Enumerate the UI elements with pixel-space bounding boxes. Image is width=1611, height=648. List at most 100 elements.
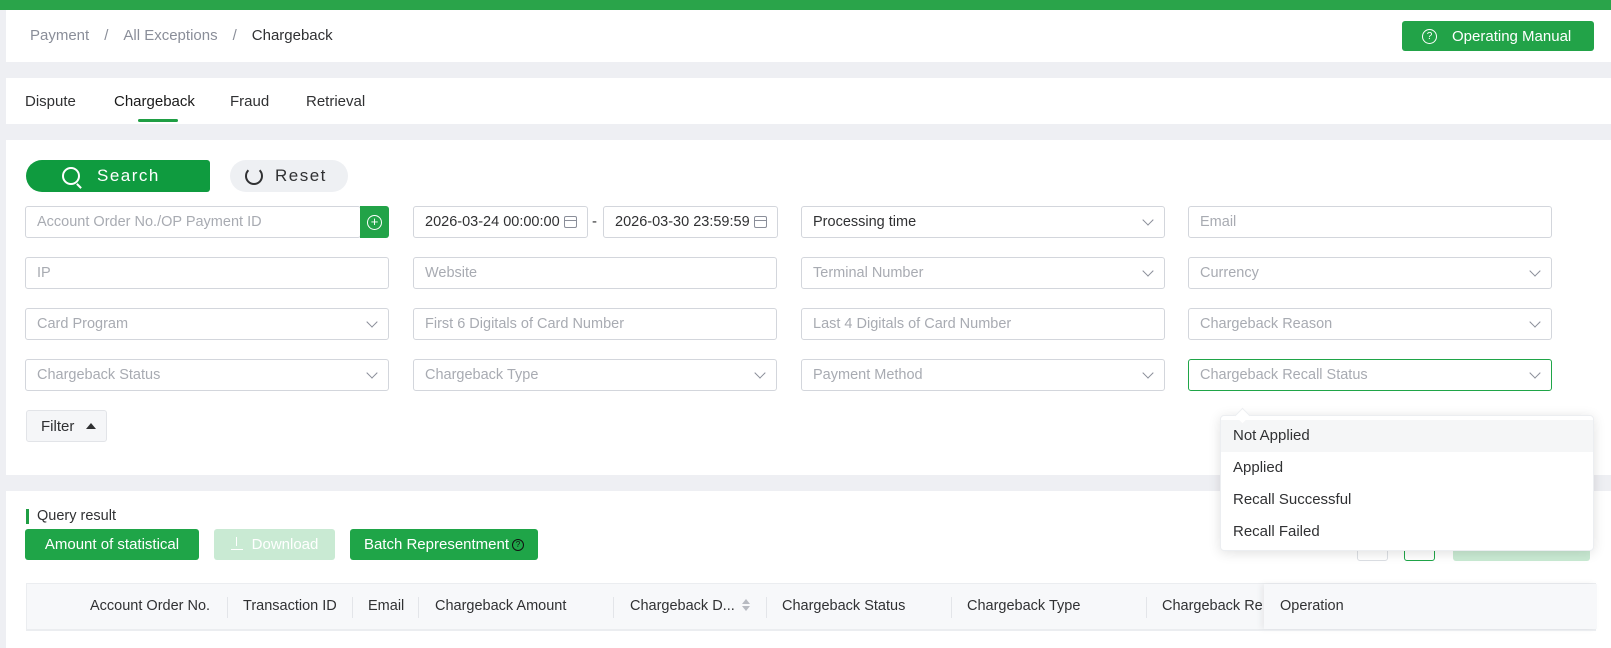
calendar-icon bbox=[754, 216, 767, 228]
filter-toggle-label: Filter bbox=[41, 417, 75, 435]
last4-card-input[interactable]: Last 4 Digitals of Card Number bbox=[801, 308, 1165, 340]
tab-dispute[interactable]: Dispute bbox=[25, 93, 76, 110]
caret-up-icon bbox=[86, 423, 97, 429]
search-button[interactable]: Search bbox=[26, 160, 210, 192]
reset-button[interactable]: Reset bbox=[230, 160, 348, 192]
add-order-id-button[interactable]: + bbox=[360, 206, 389, 238]
email-input[interactable]: Email bbox=[1188, 206, 1552, 238]
exception-tabs: Dispute Chargeback Fraud Retrieval bbox=[6, 78, 1611, 124]
search-button-label: Search bbox=[97, 166, 160, 185]
end-date-value: 2026-03-30 23:59:59 bbox=[615, 214, 750, 230]
sort-icon[interactable] bbox=[742, 599, 750, 613]
column-divider bbox=[418, 597, 419, 618]
payment-method-select[interactable]: Payment Method bbox=[801, 359, 1165, 391]
operating-manual-label: Operating Manual bbox=[1452, 27, 1572, 45]
operation-column-header: Operation bbox=[1264, 584, 1597, 629]
top-accent-bar bbox=[0, 0, 1611, 10]
email-placeholder: Email bbox=[1200, 214, 1237, 230]
column-email: Email bbox=[368, 598, 405, 614]
column-divider bbox=[766, 597, 767, 618]
active-tab-indicator bbox=[138, 119, 178, 122]
calendar-icon bbox=[564, 216, 577, 228]
chevron-down-icon bbox=[1142, 265, 1154, 277]
chargeback-status-select[interactable]: Chargeback Status bbox=[25, 359, 389, 391]
first6-card-placeholder: First 6 Digitals of Card Number bbox=[425, 316, 625, 332]
start-date-input[interactable]: 2026-03-24 00:00:00 bbox=[413, 206, 588, 238]
chargeback-type-placeholder: Chargeback Type bbox=[425, 367, 539, 383]
card-program-select[interactable]: Card Program bbox=[25, 308, 389, 340]
download-icon bbox=[230, 536, 243, 550]
download-label: Download bbox=[251, 536, 319, 553]
chevron-down-icon bbox=[754, 367, 766, 379]
column-transaction-id: Transaction ID bbox=[243, 598, 337, 614]
column-chargeback-amount: Chargeback Amount bbox=[435, 598, 567, 614]
batch-representment-button[interactable]: Batch Representment ? bbox=[350, 529, 538, 560]
order-id-placeholder: Account Order No./OP Payment ID bbox=[37, 214, 262, 230]
card-program-placeholder: Card Program bbox=[37, 316, 129, 332]
column-divider bbox=[951, 597, 952, 618]
first6-card-input[interactable]: First 6 Digitals of Card Number bbox=[413, 308, 777, 340]
chargeback-recall-status-placeholder: Chargeback Recall Status bbox=[1200, 367, 1368, 383]
chevron-down-icon bbox=[1529, 316, 1541, 328]
chargeback-reason-select[interactable]: Chargeback Reason bbox=[1188, 308, 1552, 340]
filter-toggle-button[interactable]: Filter bbox=[26, 410, 107, 442]
time-type-value: Processing time bbox=[813, 214, 917, 230]
chargeback-type-select[interactable]: Chargeback Type bbox=[413, 359, 777, 391]
column-divider bbox=[1146, 597, 1147, 618]
dropdown-option-recall-failed[interactable]: Recall Failed bbox=[1221, 516, 1593, 548]
table-divider bbox=[26, 630, 1596, 631]
breadcrumb-separator: / bbox=[104, 27, 109, 44]
chevron-down-icon bbox=[1142, 367, 1154, 379]
tab-chargeback[interactable]: Chargeback bbox=[114, 93, 195, 110]
breadcrumb: Payment / All Exceptions / Chargeback bbox=[30, 27, 333, 44]
tab-retrieval[interactable]: Retrieval bbox=[306, 93, 365, 110]
amount-statistical-label: Amount of statistical bbox=[44, 536, 180, 553]
dropdown-option-recall-successful[interactable]: Recall Successful bbox=[1221, 484, 1593, 516]
reset-button-label: Reset bbox=[275, 166, 327, 185]
website-input[interactable]: Website bbox=[413, 257, 777, 289]
chevron-down-icon bbox=[1529, 265, 1541, 277]
page-header: Payment / All Exceptions / Chargeback ? … bbox=[6, 10, 1611, 62]
chargeback-status-placeholder: Chargeback Status bbox=[37, 367, 161, 383]
ip-input[interactable]: IP bbox=[25, 257, 389, 289]
last4-card-placeholder: Last 4 Digitals of Card Number bbox=[813, 316, 1012, 332]
dropdown-option-applied[interactable]: Applied bbox=[1221, 452, 1593, 484]
chargeback-recall-status-select[interactable]: Chargeback Recall Status bbox=[1188, 359, 1552, 391]
dropdown-option-not-applied[interactable]: Not Applied bbox=[1221, 420, 1593, 452]
plus-circle-icon: + bbox=[367, 214, 382, 230]
tab-fraud[interactable]: Fraud bbox=[230, 93, 269, 110]
breadcrumb-all-exceptions[interactable]: All Exceptions bbox=[123, 27, 217, 44]
question-circle-icon: ? bbox=[1422, 28, 1437, 44]
amount-statistical-button[interactable]: Amount of statistical bbox=[25, 529, 199, 560]
terminal-number-placeholder: Terminal Number bbox=[813, 265, 924, 281]
order-id-input[interactable]: Account Order No./OP Payment ID bbox=[25, 206, 361, 238]
currency-select[interactable]: Currency bbox=[1188, 257, 1552, 289]
chevron-down-icon bbox=[1529, 367, 1541, 379]
chevron-down-icon bbox=[366, 367, 378, 379]
end-date-input[interactable]: 2026-03-30 23:59:59 bbox=[603, 206, 778, 238]
column-account-order-no: Account Order No. bbox=[90, 598, 211, 614]
chevron-down-icon bbox=[1142, 214, 1154, 226]
download-button[interactable]: Download bbox=[214, 529, 335, 560]
question-circle-icon: ? bbox=[512, 538, 525, 551]
recall-status-dropdown: Not Applied Applied Recall Successful Re… bbox=[1220, 415, 1594, 551]
currency-placeholder: Currency bbox=[1200, 265, 1259, 281]
column-divider bbox=[613, 597, 614, 618]
time-type-select[interactable]: Processing time bbox=[801, 206, 1165, 238]
ip-placeholder: IP bbox=[37, 265, 51, 281]
terminal-number-select[interactable]: Terminal Number bbox=[801, 257, 1165, 289]
payment-method-placeholder: Payment Method bbox=[813, 367, 923, 383]
breadcrumb-chargeback: Chargeback bbox=[251, 27, 333, 44]
column-chargeback-reason: Chargeback Re bbox=[1162, 598, 1263, 614]
breadcrumb-payment[interactable]: Payment bbox=[30, 27, 89, 44]
query-result-title: Query result bbox=[26, 509, 116, 524]
chevron-down-icon bbox=[366, 316, 378, 328]
column-chargeback-date[interactable]: Chargeback D... bbox=[630, 598, 735, 614]
operating-manual-button[interactable]: ? Operating Manual bbox=[1402, 21, 1594, 51]
column-operation: Operation bbox=[1280, 598, 1344, 614]
column-chargeback-status: Chargeback Status bbox=[782, 598, 906, 614]
chargeback-reason-placeholder: Chargeback Reason bbox=[1200, 316, 1333, 332]
batch-representment-label: Batch Representment bbox=[363, 536, 510, 553]
search-icon bbox=[62, 167, 80, 185]
start-date-value: 2026-03-24 00:00:00 bbox=[425, 214, 560, 230]
